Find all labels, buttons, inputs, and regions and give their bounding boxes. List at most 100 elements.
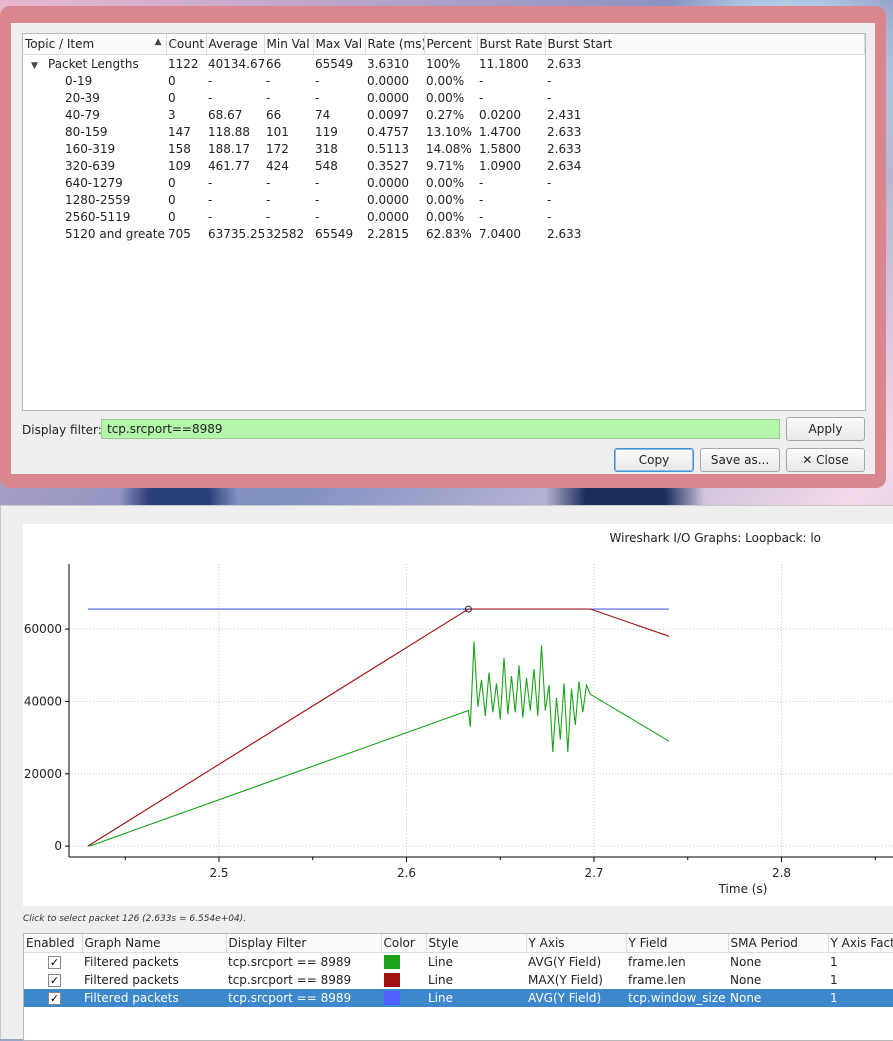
stats-cell: 66 [264, 55, 313, 73]
stats-column-header-label: Topic / Item [25, 37, 95, 51]
close-button[interactable]: ✕ Close [786, 448, 865, 472]
graph-cell-factor: 1 [830, 955, 838, 969]
stats-row[interactable]: 0-19 0- - -0.0000 0.00% - - [23, 72, 865, 89]
display-filter-input[interactable]: tcp.srcport==8989 [101, 419, 780, 439]
color-swatch[interactable] [384, 973, 400, 988]
stats-column-header[interactable]: Percent [424, 34, 478, 55]
stats-column-header[interactable]: Max Val [313, 34, 366, 55]
stats-row[interactable]: 160-319 158 188.17 172 318 0.5113 14.08% 1.5800… [23, 140, 865, 157]
graph-column-header[interactable]: SMA Period [728, 934, 829, 953]
stats-column-header[interactable]: Topic / Item ▲ [23, 34, 167, 55]
avg-frame-len-series-line [89, 641, 670, 847]
enabled-checkbox[interactable]: ✓ [48, 992, 61, 1005]
graph-cell-style: Line [426, 989, 526, 1007]
stats-column-header-label: Burst Rate [479, 37, 543, 51]
stats-row[interactable]: 20-39 0- - -0.0000 0.00% - - [23, 89, 865, 106]
stats-tree[interactable]: Topic / Item ▲ Count Average Min Val Max Val R… [22, 33, 866, 411]
enabled-checkbox[interactable]: ✓ [48, 974, 61, 987]
stats-column-header[interactable]: Average [206, 34, 265, 55]
stats-row[interactable]: 640-1279 0- - -0.0000 0.00% - - [23, 174, 865, 191]
stats-cell: - [315, 175, 320, 190]
stats-column-header-label: Burst Start [547, 37, 613, 51]
stats-column-header[interactable]: Burst Start [545, 34, 865, 55]
stats-root-row[interactable]: ▼ Packet Lengths 1122 40134.67 66 65549 3.6310… [23, 55, 865, 73]
stats-cell: 461.77 [208, 158, 250, 173]
stats-cell: 0.3527 [367, 158, 409, 173]
graph-column-header[interactable]: Display Filter [226, 934, 382, 953]
stats-column-header[interactable]: Rate (ms) [365, 34, 425, 55]
io-graph-window: Wireshark I/O Graphs: Loopback: lo 2.5 2.6… [0, 505, 893, 1041]
stats-cell: - [315, 73, 320, 88]
graph-column-header[interactable]: Y Axis [526, 934, 627, 953]
graph-column-header[interactable]: Graph Name [82, 934, 227, 953]
stats-cell: - [266, 175, 271, 190]
io-graph-chart[interactable]: Wireshark I/O Graphs: Loopback: lo 2.5 2.6… [23, 524, 893, 906]
stats-row[interactable]: 80-159 147 118.88 101 119 0.4757 13.10% 1.4700 2… [23, 123, 865, 140]
graph-cell-yaxis: AVG(Y Field) [526, 989, 626, 1007]
display-filter-label: Display filter: [22, 423, 102, 437]
stats-cell-text: 1122 [168, 56, 199, 71]
stats-cell: 0.0000 [367, 175, 409, 190]
stats-cell: 13.10% [426, 124, 472, 139]
copy-button[interactable]: Copy [614, 448, 694, 472]
stats-cell: - [479, 175, 484, 190]
stats-column-header[interactable]: Count [166, 34, 207, 55]
stats-cell: 172 [266, 141, 289, 156]
stats-cell-text: 100% [426, 56, 461, 71]
graph-cell-name: Filtered packets [84, 973, 179, 987]
io-graph-plot[interactable]: Wireshark I/O Graphs: Loopback: lo 2.5 2.6… [23, 524, 893, 906]
stats-cell: 1122 [166, 55, 206, 73]
stats-row[interactable]: 320-639 109 461.77 424 548 0.3527 9.71% 1.0900 2… [23, 157, 865, 174]
stats-cell: 0.0097 [367, 107, 409, 122]
stats-cell: 0.27% [426, 107, 465, 122]
stats-row[interactable]: 5120 and greater 705 63735.25 32582 65549 2.2… [23, 225, 865, 242]
stats-column-header[interactable]: Burst Rate [477, 34, 546, 55]
packet-lengths-window: Topic / Item ▲ Count Average Min Val Max Val R… [0, 6, 886, 488]
color-swatch[interactable] [384, 991, 400, 1006]
graph-cell-enabled: ✓ [24, 971, 82, 989]
graph-column-header[interactable]: Y Field [626, 934, 729, 953]
stats-cell: 0.00% [426, 209, 465, 224]
stats-row[interactable]: 1280-2559 0- - -0.0000 0.00% - - [23, 191, 865, 208]
graph-header-row: Enabled Graph Name Display Filter Color Styl… [24, 934, 893, 953]
expand-arrow-icon[interactable]: ▼ [31, 61, 41, 71]
stats-cell: 2.633 [547, 141, 582, 156]
graph-cell-enabled: ✓ [24, 989, 82, 1007]
stats-cell: 1.5800 [479, 141, 521, 156]
stats-cell: - [208, 175, 213, 190]
stats-cell: 1280-2559 [65, 192, 131, 207]
stats-cell: 640-1279 [65, 175, 123, 190]
color-swatch[interactable] [384, 955, 400, 970]
stats-cell: 11.1800 [477, 55, 545, 73]
graph-column-header[interactable]: Y Axis Factor [828, 934, 893, 953]
stats-cell: 0 [168, 73, 176, 88]
apply-button[interactable]: Apply [786, 417, 865, 441]
graph-cell-factor: 1 [830, 973, 838, 987]
stats-cell: - [208, 192, 213, 207]
graph-column-header[interactable]: Style [426, 934, 527, 953]
graph-column-header[interactable]: Color [381, 934, 427, 953]
graph-cell-yaxis: MAX(Y Field) [528, 973, 603, 987]
stats-column-header[interactable]: Min Val [264, 34, 314, 55]
stats-column-header-label: Percent [426, 37, 472, 51]
graph-list-table[interactable]: Enabled Graph Name Display Filter Color Styl… [23, 933, 893, 1041]
graph-cell-filter: tcp.srcport == 8989 [228, 955, 352, 969]
stats-cell: - [208, 209, 213, 224]
stats-cell: 62.83% [426, 226, 472, 241]
graph-row[interactable]: ✓ Filtered packets tcp.srcport == 8989 Line… [24, 971, 893, 989]
stats-cell: 3.6310 [365, 55, 424, 73]
graph-column-header[interactable]: Enabled [24, 934, 83, 953]
y-tick-label: 20000 [24, 767, 62, 781]
stats-cell-text: 11.1800 [479, 56, 529, 71]
graph-cell-enabled: ✓ [24, 953, 82, 972]
enabled-checkbox[interactable]: ✓ [48, 956, 61, 969]
stats-row[interactable]: 2560-5119 0- - -0.0000 0.00% - - [23, 208, 865, 225]
stats-cell: - [266, 90, 271, 105]
graph-row[interactable]: ✓ Filtered packets tcp.srcport == 8989 Line… [24, 989, 893, 1007]
stats-cell-text: 40134.67 [208, 56, 264, 71]
stats-row[interactable]: 40-79 3 68.67 66 74 0.0097 0.27% 0.0200 2.431 [23, 106, 865, 123]
stats-cell: 0.4757 [367, 124, 409, 139]
save-as-button[interactable]: Save as... [700, 448, 780, 472]
stats-cell: 40134.67 [206, 55, 264, 73]
graph-row[interactable]: ✓ Filtered packets tcp.srcport == 8989 Line… [24, 953, 893, 972]
